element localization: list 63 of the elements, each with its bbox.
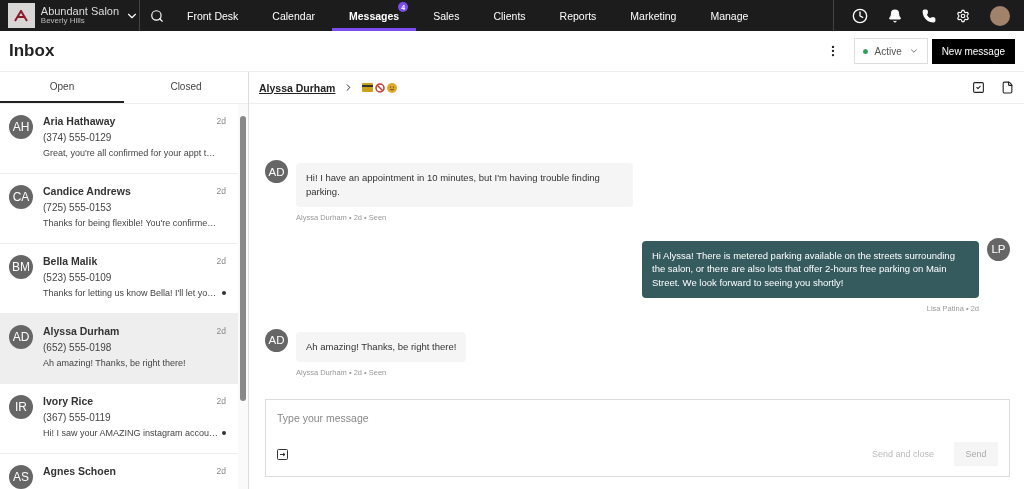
conversation-item[interactable]: AD Alyssa Durham 2d (652) 555-0198 Ah amazing! Thanks, be right there! [0, 314, 238, 384]
contact-avatar: IR [9, 395, 33, 419]
contact-name: Ivory Rice [43, 395, 94, 407]
message-bubble: Ah amazing! Thanks, be right there! [296, 331, 467, 362]
contact-avatar: AD [9, 325, 33, 349]
contact-avatar: CA [9, 185, 33, 209]
nav-tab[interactable]: Clients [476, 0, 543, 31]
contact-avatar: AH [9, 115, 33, 139]
contact-avatar: BM [9, 255, 33, 279]
contact-name: Aria Hathaway [43, 115, 116, 127]
contact-phone: (367) 555-0119 [43, 412, 112, 423]
message-time: 2d [216, 256, 226, 266]
message-time: 2d [216, 186, 226, 196]
contact-name: Alyssa Durham [43, 325, 120, 337]
sender-avatar: AD [265, 160, 288, 183]
sender-avatar: LP [987, 237, 1010, 261]
sender-avatar: AD [265, 328, 288, 352]
contact-link[interactable]: Alyssa Durham [259, 81, 336, 94]
document-icon[interactable] [1001, 81, 1014, 94]
contact-name: Agnes Schoen [43, 465, 116, 477]
message-bubble: Hi! I have an appointment in 10 minutes, but I'm having trouble finding parking. [296, 163, 633, 207]
user-avatar[interactable] [990, 5, 1010, 26]
bell-icon[interactable] [888, 8, 902, 23]
status-dropdown[interactable]: Active [853, 38, 928, 64]
business-location: Beverly Hills [40, 17, 86, 26]
message-preview: Ah amazing! Thanks, be right there! [43, 358, 186, 368]
message-time: 2d [216, 396, 226, 406]
clock-icon[interactable] [852, 7, 868, 24]
scrollbar[interactable] [238, 104, 248, 489]
message-time: 2d [216, 326, 226, 336]
business-name: Abundant Salon [40, 5, 120, 18]
message-preview: Great, you're all confirmed for your appt t… [43, 148, 216, 158]
contact-phone: (725) 555-0153 [43, 202, 113, 213]
message-time: 2d [216, 116, 226, 126]
message-preview: Thanks for letting us know Bella! I'll let yo… [43, 288, 217, 298]
new-message-button[interactable]: New message [931, 38, 1015, 64]
message-bubble: Hi Alyssa! There is metered parking available on the streets surrounding the salon, or there are also lots that offer 2-hours free parking on Main Street. We look forward to seeing you shortly! [642, 240, 979, 298]
chevron-down-icon [908, 46, 919, 56]
checkbox-icon[interactable] [972, 81, 985, 94]
nav-tab[interactable]: Front Desk [170, 0, 256, 31]
template-icon[interactable] [277, 448, 288, 460]
contact-phone: (652) 555-0198 [43, 342, 113, 353]
nav-tab[interactable]: Calendar [255, 0, 332, 31]
nav-tab[interactable]: Sales [416, 0, 477, 31]
nav-tab[interactable]: Manage [693, 0, 766, 31]
salon-logo [8, 3, 35, 28]
message-preview: Thanks for being flexible! You're confirme… [43, 218, 217, 228]
message-time: 2d [216, 466, 226, 476]
contact-name: Candice Andrews [43, 185, 131, 197]
prohibited-icon [375, 82, 386, 93]
card-icon [362, 83, 374, 92]
page-title: Inbox [9, 41, 55, 61]
message-preview: Hi! I saw your AMAZING instagram accou… [43, 428, 219, 438]
phone-icon[interactable] [922, 8, 936, 23]
contact-name: Bella Malik [43, 255, 98, 267]
contact-phone: (374) 555-0129 [43, 132, 113, 143]
settings-icon[interactable] [956, 8, 970, 23]
smiley-icon [387, 82, 398, 93]
nav-tab[interactable]: Reports [542, 0, 614, 31]
nav-tab[interactable]: Marketing [613, 0, 694, 31]
search-icon[interactable] [150, 8, 164, 23]
contact-phone: (523) 555-0109 [43, 272, 113, 283]
contact-avatar: AS [9, 465, 33, 489]
